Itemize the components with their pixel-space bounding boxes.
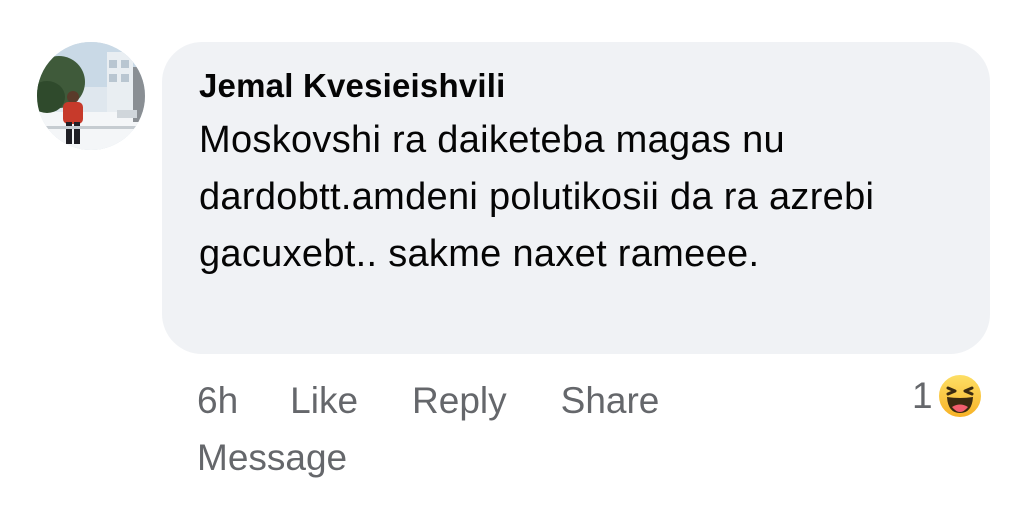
reply-button[interactable]: Reply [412,372,507,429]
message-button[interactable]: Message [197,429,347,486]
reaction-summary[interactable]: 1 [912,369,983,423]
profile-photo-icon [37,42,145,150]
like-button[interactable]: Like [290,372,358,429]
comment-actions: 6h Like Reply Share Message [197,372,757,486]
comment-author[interactable]: Jemal Kvesieishvili [199,66,954,106]
avatar[interactable] [37,42,145,150]
reaction-count: 1 [912,375,933,416]
comment-timestamp[interactable]: 6h [197,372,238,429]
haha-emoji-icon [936,373,983,419]
comment-bubble: Jemal Kvesieishvili Moskovshi ra daikete… [162,42,990,354]
share-button[interactable]: Share [561,372,660,429]
comment-text: Moskovshi ra daiketeba magas nu dardobtt… [199,119,875,275]
